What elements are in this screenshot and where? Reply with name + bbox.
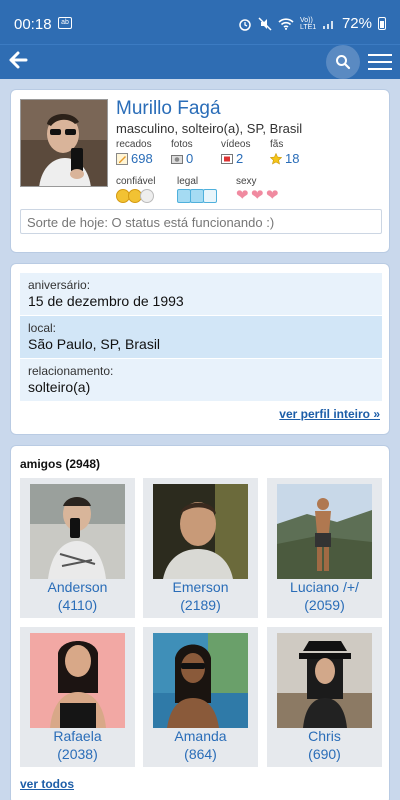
relationship-label: relacionamento: (28, 364, 114, 378)
menu-icon-line (368, 68, 392, 70)
rating-label: confiável (116, 176, 156, 187)
clock: 00:18 (14, 16, 52, 33)
stat-label: vídeos (221, 139, 251, 150)
profile-subtitle: masculino, solteiro(a), SP, Brasil (116, 121, 303, 136)
stat-value: 0 (186, 151, 194, 166)
alarm-icon (239, 18, 251, 31)
friend-name: Anderson (47, 579, 108, 595)
ice-cube-icon (177, 189, 191, 203)
friend-name: Rafaela (53, 728, 102, 744)
relationship-row: relacionamento: solteiro(a) (20, 359, 382, 401)
friend-card[interactable]: Anderson (4110) (20, 478, 135, 618)
smile-empty-icon (140, 189, 154, 203)
wifi-icon (278, 18, 294, 30)
friend-card[interactable]: Emerson (2189) (143, 478, 258, 618)
friend-count: (4110) (57, 597, 98, 613)
friend-photo (277, 633, 372, 728)
rating-cubes (177, 189, 217, 203)
friend-photo (153, 484, 248, 579)
friend-card[interactable]: Luciano /+/ (2059) (267, 478, 382, 618)
stat-value: 2 (236, 151, 244, 166)
status-message: Sorte de hoje: O status está funcionando… (20, 209, 382, 234)
notification-icon: ab (58, 17, 72, 29)
rating-label: sexy (236, 176, 257, 187)
profile-card: Murillo Fagá masculino, solteiro(a), SP,… (10, 89, 390, 253)
stat-label: recados (116, 139, 152, 150)
rating-confiavel[interactable]: confiável (116, 176, 155, 203)
ice-cube-empty-icon (203, 189, 217, 203)
birthday-row: aniversário: 15 de dezembro de 1993 (20, 273, 382, 315)
rating-hearts (236, 189, 281, 203)
info-card: aniversário: 15 de dezembro de 1993 loca… (10, 263, 390, 435)
arrow-left-icon (9, 51, 28, 69)
back-button[interactable] (8, 50, 30, 74)
friend-count: (864) (184, 746, 217, 762)
rating-label: legal (177, 176, 199, 187)
stat-fas[interactable]: fãs 18 (270, 139, 299, 166)
rating-sexy[interactable]: sexy (236, 176, 281, 203)
heart-icon (236, 189, 250, 203)
friend-name: Chris (308, 728, 341, 744)
search-button[interactable] (326, 45, 360, 79)
mute-icon (258, 16, 272, 31)
battery-icon (378, 17, 386, 30)
friend-count: (2038) (57, 746, 98, 762)
stat-value: 18 (285, 151, 300, 166)
status-bar: 00:18 ab Vo)) LTE1 72% (0, 0, 400, 44)
view-full-profile-link[interactable]: ver perfil inteiro » (279, 407, 380, 421)
stat-value: 698 (131, 151, 153, 166)
friend-name: Amanda (174, 728, 227, 744)
network-label: Vo)) LTE1 (299, 16, 317, 31)
app-bar (0, 44, 400, 79)
friends-title: amigos (2948) (20, 457, 101, 471)
stat-recados[interactable]: recados 698 (116, 139, 153, 166)
friends-card: amigos (2948) Anderson (4110) Emerson (2… (10, 445, 390, 800)
heart-icon (266, 189, 280, 203)
friend-card[interactable]: Amanda (864) (143, 627, 258, 767)
menu-icon-line (368, 54, 392, 56)
menu-button[interactable] (368, 54, 392, 70)
friend-card[interactable]: Rafaela (2038) (20, 627, 135, 767)
camera-icon (171, 154, 183, 164)
friend-photo (277, 484, 372, 579)
pencil-icon (116, 152, 128, 165)
friend-name: Luciano /+/ (290, 579, 359, 595)
rating-smiles (116, 189, 155, 203)
friend-photo (30, 484, 125, 579)
search-icon (336, 55, 351, 70)
friend-count: (690) (308, 746, 341, 762)
ice-cube-icon (190, 189, 204, 203)
friend-photo (30, 633, 125, 728)
stat-label: fãs (270, 139, 284, 150)
stat-videos[interactable]: vídeos 2 (221, 139, 250, 166)
relationship-value: solteiro(a) (28, 379, 91, 395)
status-icons: Vo)) LTE1 72% (238, 15, 386, 32)
friend-photo (153, 633, 248, 728)
heart-icon (251, 189, 265, 203)
avatar[interactable] (20, 99, 108, 187)
profile-name: Murillo Fagá (116, 98, 221, 119)
stat-label: fotos (171, 139, 193, 150)
birthday-value: 15 de dezembro de 1993 (28, 293, 184, 309)
signal-icon (322, 20, 333, 29)
see-all-friends-link[interactable]: ver todos (20, 777, 74, 791)
film-icon (221, 153, 233, 164)
star-icon (270, 152, 282, 164)
friend-card[interactable]: Chris (690) (267, 627, 382, 767)
location-row: local: São Paulo, SP, Brasil (20, 316, 382, 358)
birthday-label: aniversário: (28, 278, 91, 292)
location-label: local: (28, 321, 57, 335)
battery-percent: 72% (341, 15, 372, 32)
menu-icon-line (368, 61, 392, 63)
rating-legal[interactable]: legal (177, 176, 217, 203)
friend-count: (2059) (304, 597, 345, 613)
friend-count: (2189) (180, 597, 221, 613)
location-value: São Paulo, SP, Brasil (28, 336, 161, 352)
stat-fotos[interactable]: fotos 0 (171, 139, 193, 166)
friend-name: Emerson (172, 579, 229, 595)
